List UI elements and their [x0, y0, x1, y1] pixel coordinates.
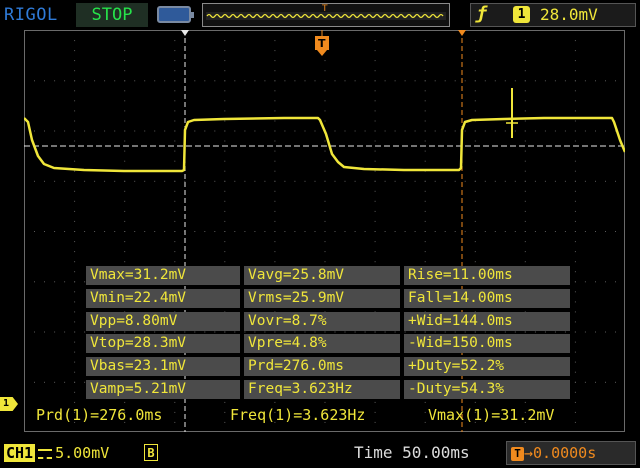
run-stop-status[interactable]: STOP	[76, 3, 148, 27]
measurement-cell: +Wid=144.0ms	[404, 311, 570, 331]
brand-logo: RIGOL	[4, 5, 58, 25]
dc-coupling-icon	[38, 448, 53, 459]
channel-1-settings[interactable]: CH1 5.00mV	[4, 443, 109, 463]
bottom-measure-vmax: Vmax(1)=31.2mV	[428, 406, 555, 424]
trigger-offset-readout[interactable]: T →0.0000s	[506, 441, 636, 465]
measurement-cell: Vrms=25.9mV	[244, 288, 400, 308]
measurement-cell: Vmin=22.4mV	[86, 288, 240, 308]
measurement-cell: Vovr=8.7%	[244, 311, 400, 331]
measurement-cell: Vmax=31.2mV	[86, 266, 240, 285]
trigger-source-badge: 1	[513, 6, 530, 23]
memory-waveform-preview: T	[206, 4, 446, 20]
measurement-cell: Vavg=25.8mV	[244, 266, 400, 285]
memory-depth-bar: T	[202, 3, 450, 27]
svg-text:T: T	[318, 37, 326, 50]
measurement-cell: Vtop=28.3mV	[86, 334, 240, 354]
trigger-level-readout: 28.0mV	[540, 5, 598, 24]
channel-1-offset-marker[interactable]: 1	[0, 397, 18, 411]
bandwidth-limit-icon: B	[144, 444, 158, 461]
channel-1-badge: CH1	[4, 444, 36, 462]
measurement-cell: Rise=11.00ms	[404, 266, 570, 285]
channel-1-scale: 5.00mV	[55, 444, 110, 462]
trigger-offset-icon: T	[511, 446, 524, 461]
measurement-cell: Vamp=5.21mV	[86, 380, 240, 399]
measurement-cell: Freq=3.623Hz	[244, 380, 400, 399]
battery-icon	[157, 6, 194, 23]
measurement-cell: Fall=14.00ms	[404, 288, 570, 308]
bottom-measure-frequency: Freq(1)=3.623Hz	[230, 406, 366, 424]
trigger-offset-value: 0.0000s	[533, 444, 597, 462]
memory-trigger-marker: T	[321, 4, 328, 14]
measurement-cell: Vpre=4.8%	[244, 334, 400, 354]
measurement-cell: -Duty=54.3%	[404, 380, 570, 399]
measurement-cell: +Duty=52.2%	[404, 357, 570, 377]
measurement-cell: -Wid=150.0ms	[404, 334, 570, 354]
measurement-cell: Prd=276.0ms	[244, 357, 400, 377]
rising-edge-icon: ƒ	[476, 3, 487, 24]
timebase-readout[interactable]: Time 50.00ms	[354, 443, 470, 462]
measurement-cell: Vbas=23.1mV	[86, 357, 240, 377]
bottom-measure-period: Prd(1)=276.0ms	[36, 406, 163, 424]
measurement-cell: Vpp=8.80mV	[86, 311, 240, 331]
